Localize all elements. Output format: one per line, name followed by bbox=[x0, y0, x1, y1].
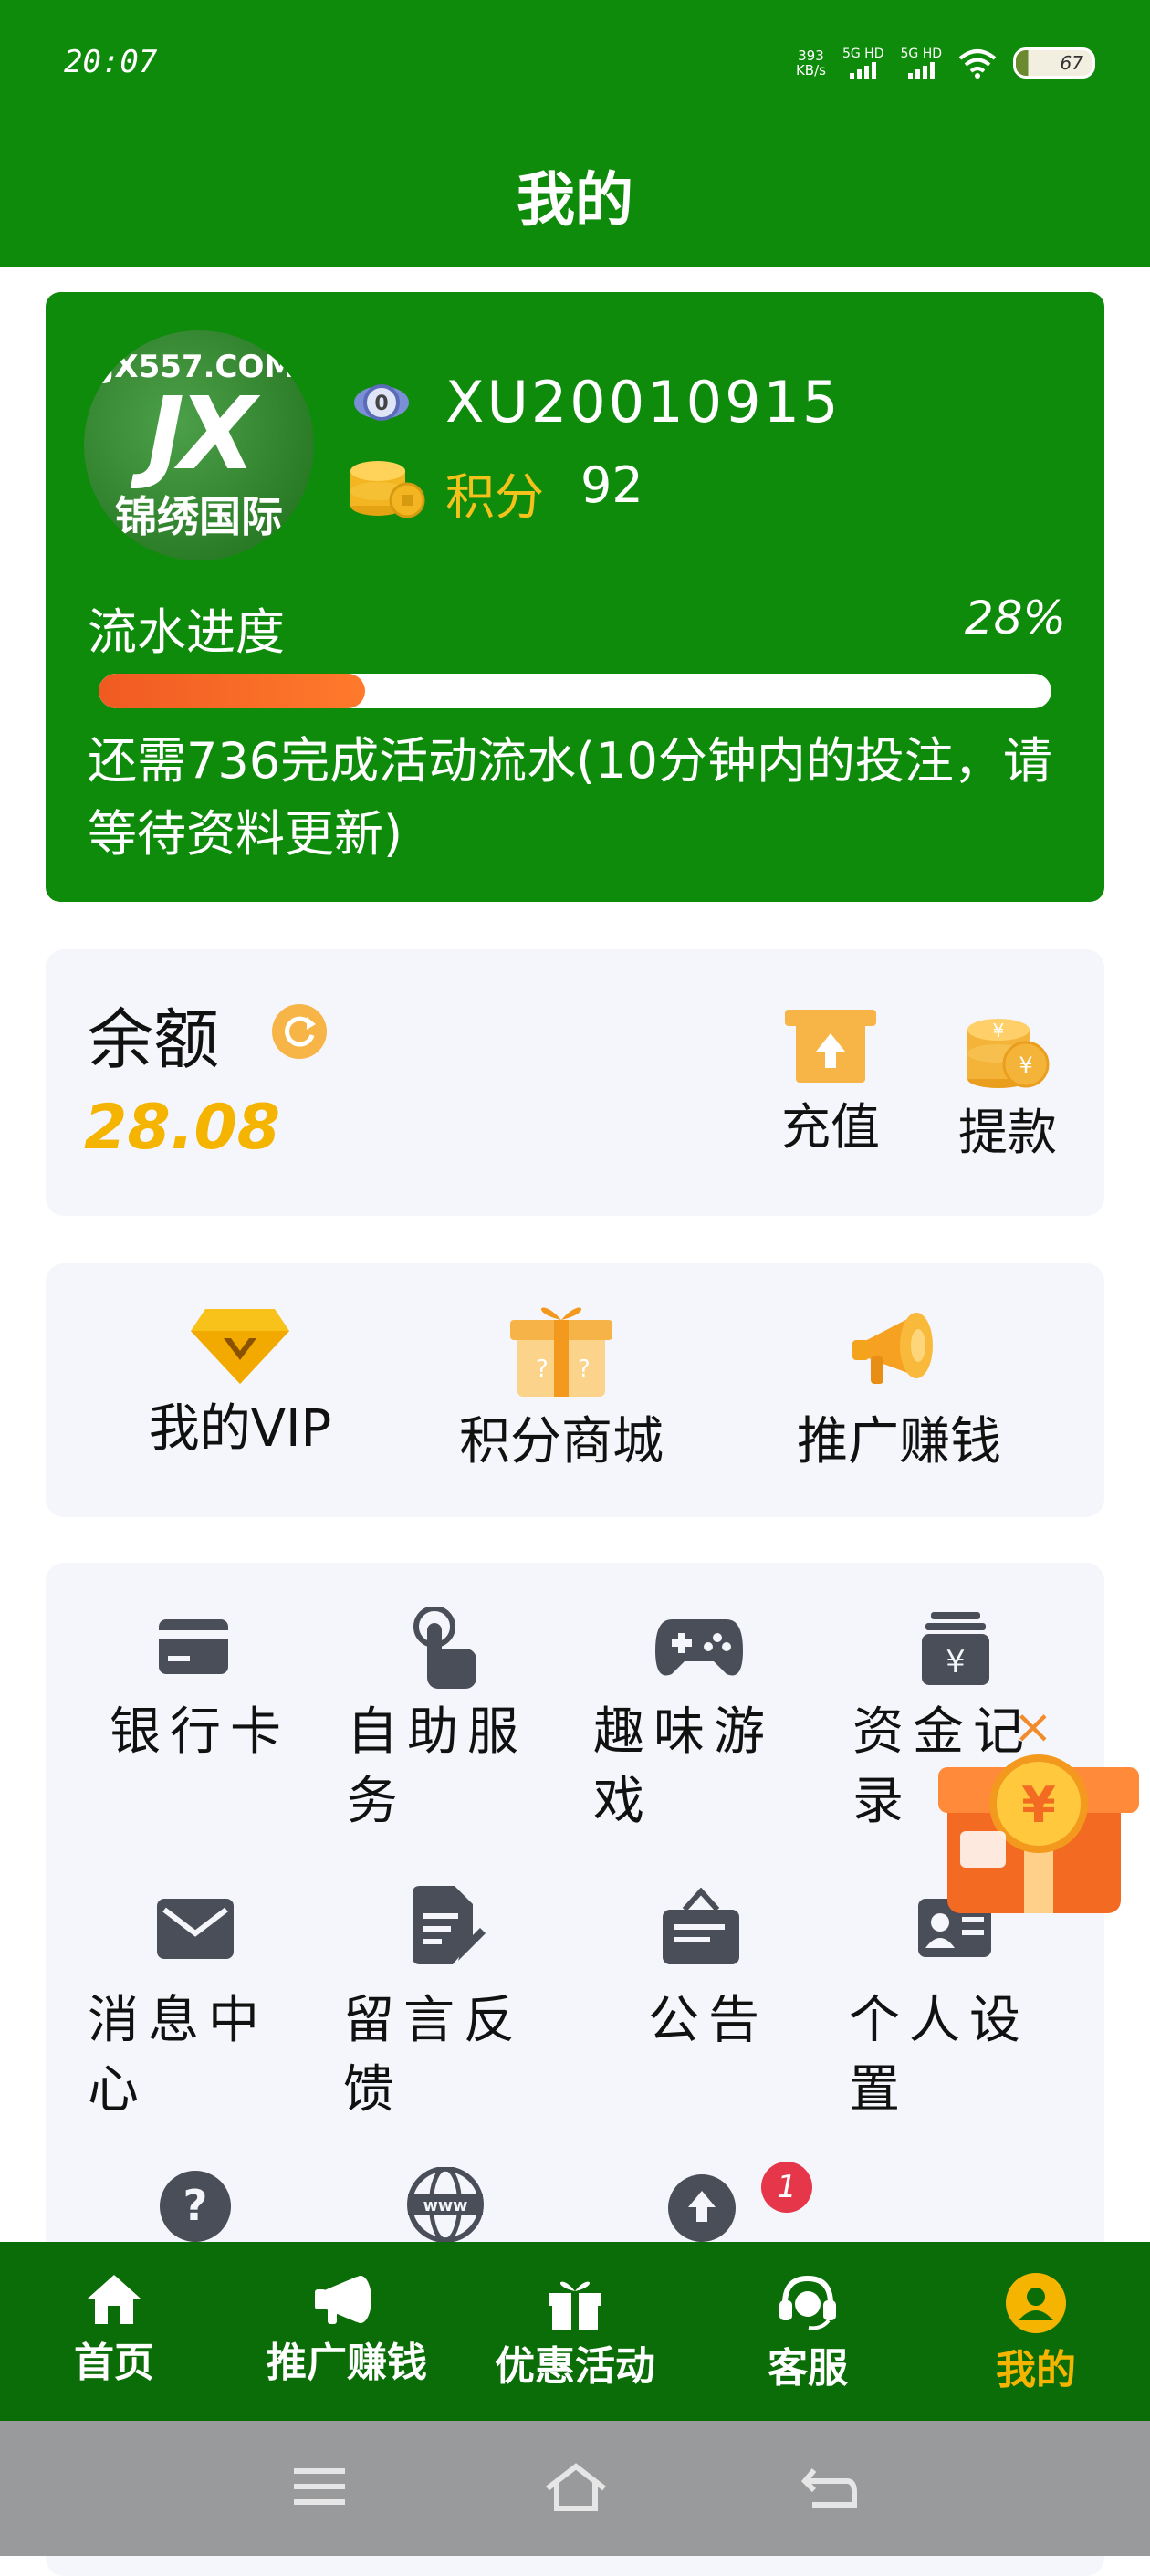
promote-earn-button[interactable]: 推广赚钱 bbox=[776, 1300, 1022, 1474]
notice-board-icon bbox=[663, 1888, 739, 1964]
self-service-item[interactable]: 自助服务 bbox=[343, 1607, 535, 1844]
network-speed: 393 KB/s bbox=[795, 47, 826, 79]
home-icon bbox=[88, 2275, 141, 2324]
turnover-progress-percent: 28% bbox=[964, 592, 1066, 644]
gift-icon bbox=[549, 2281, 601, 2330]
svg-text:www: www bbox=[423, 2197, 468, 2215]
battery-icon: 67 bbox=[1013, 47, 1095, 79]
close-icon[interactable]: × bbox=[1013, 1700, 1053, 1754]
home-nav-icon[interactable] bbox=[544, 2463, 608, 2512]
bank-card-icon bbox=[159, 1619, 228, 1674]
svg-text:¥: ¥ bbox=[946, 1644, 966, 1681]
points-value: 92 bbox=[580, 456, 643, 514]
svg-text:0: 0 bbox=[374, 393, 388, 415]
fun-games-item[interactable]: 趣味游戏 bbox=[590, 1607, 781, 1844]
tab-home[interactable]: 首页 bbox=[46, 2273, 183, 2388]
mail-icon bbox=[157, 1899, 234, 1959]
page-title: 我的 bbox=[517, 167, 633, 235]
upload-icon[interactable] bbox=[668, 2174, 736, 2242]
avatar[interactable]: JX557.COM JX 锦绣国际 bbox=[84, 330, 314, 560]
megaphone-icon bbox=[852, 1313, 933, 1384]
tab-mine[interactable]: 我的 bbox=[967, 2273, 1104, 2395]
notification-badge: 1 bbox=[761, 2162, 812, 2213]
turnover-progress-bar bbox=[99, 674, 1051, 708]
status-icons: 393 KB/s 5G HD 5G HD 67 bbox=[796, 40, 1095, 86]
points-label: 积分 bbox=[445, 468, 544, 526]
menu-icon[interactable] bbox=[294, 2466, 345, 2507]
svg-text:?: ? bbox=[578, 1356, 591, 1383]
message-center-item[interactable]: 消息中心 bbox=[88, 1895, 288, 2132]
points-mall-button[interactable]: ? ? 积分商城 bbox=[438, 1300, 685, 1474]
coins-icon bbox=[350, 461, 425, 518]
gamepad-icon bbox=[655, 1619, 743, 1676]
touch-hand-icon bbox=[413, 1607, 476, 1689]
turnover-progress-label: 流水进度 bbox=[88, 603, 285, 661]
vip-diamond-icon bbox=[191, 1309, 289, 1384]
headset-icon bbox=[779, 2275, 836, 2330]
withdraw-button[interactable]: ¥ ¥ 提款 bbox=[949, 1002, 1066, 1164]
recharge-icon bbox=[785, 1010, 876, 1083]
turnover-note: 还需736完成活动流水(10分钟内的投注，请等待资料更新) bbox=[88, 732, 1052, 863]
gift-box-icon: ? ? bbox=[510, 1307, 612, 1397]
signal-icon: 5G HD bbox=[842, 47, 883, 79]
megaphone-icon bbox=[315, 2276, 371, 2324]
feedback-item[interactable]: 留言反馈 bbox=[340, 1886, 540, 2132]
my-vip-button[interactable]: 我的VIP bbox=[117, 1300, 363, 1461]
status-time: 20:07 bbox=[64, 44, 158, 80]
svg-text:¥: ¥ bbox=[993, 1020, 1005, 1042]
turnover-progress-fill bbox=[99, 674, 366, 708]
website-icon[interactable]: www bbox=[407, 2167, 484, 2242]
tab-customer-service[interactable]: 客服 bbox=[739, 2273, 876, 2393]
vip-level-icon: 0 bbox=[354, 384, 409, 421]
help-icon[interactable]: ? bbox=[157, 2171, 234, 2242]
tab-promotions[interactable]: 优惠活动 bbox=[475, 2273, 675, 2392]
edit-document-icon bbox=[413, 1886, 486, 1964]
fund-record-icon: ¥ bbox=[922, 1612, 989, 1685]
svg-text:¥: ¥ bbox=[1019, 1052, 1032, 1078]
user-icon bbox=[1006, 2273, 1066, 2333]
refresh-icon[interactable] bbox=[270, 1002, 329, 1061]
balance-value: 28.08 bbox=[84, 1092, 281, 1164]
recharge-button[interactable]: 充值 bbox=[772, 1006, 889, 1158]
svg-text:?: ? bbox=[536, 1356, 549, 1383]
withdraw-coins-icon: ¥ ¥ bbox=[967, 1019, 1050, 1088]
balance-label: 余额 bbox=[88, 1001, 220, 1078]
back-icon[interactable] bbox=[801, 2468, 857, 2508]
signal-icon: 5G HD bbox=[900, 47, 942, 79]
user-id: XU20010915 bbox=[445, 369, 842, 435]
svg-text:?: ? bbox=[183, 2181, 208, 2230]
svg-text:¥: ¥ bbox=[1021, 1776, 1056, 1834]
bank-card-item[interactable]: 银行卡 bbox=[100, 1607, 301, 1771]
notice-item[interactable]: 公告 bbox=[639, 1886, 803, 2068]
wifi-icon bbox=[958, 49, 997, 79]
tab-promote[interactable]: 推广赚钱 bbox=[246, 2273, 447, 2388]
